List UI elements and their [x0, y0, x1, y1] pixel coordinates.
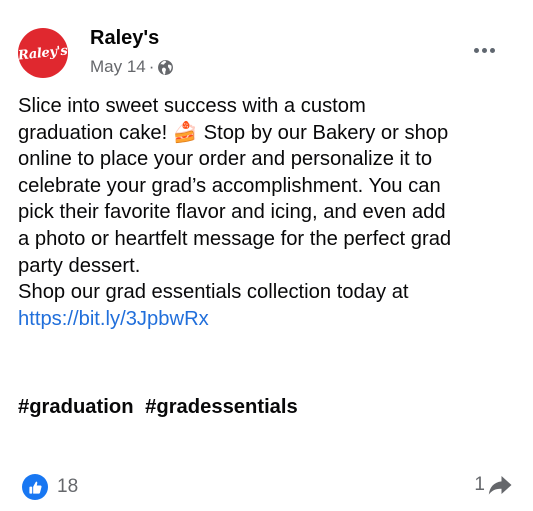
author-name[interactable]: Raley's [90, 27, 159, 50]
post-date[interactable]: May 14 [90, 57, 146, 77]
share-arrow-icon [488, 476, 512, 495]
facebook-post: Raley's Raley's May 14 · Slice into swee… [0, 0, 533, 511]
avatar[interactable]: Raley's [18, 28, 68, 78]
hashtag-graduation[interactable]: #graduation [18, 396, 134, 418]
globe-icon[interactable] [157, 59, 174, 76]
post-link[interactable]: https://bit.ly/3JpbwRx [18, 308, 209, 330]
message-line: celebrate your grad’s accomplishment. Yo… [18, 174, 441, 197]
share-summary[interactable]: 1 [474, 474, 513, 496]
message-line: graduation cake! 🍰 Stop by our Bakery or… [18, 121, 449, 144]
reactions-summary[interactable]: 18 [22, 474, 78, 500]
meta-separator: · [148, 57, 155, 76]
message-line: a photo or heartfelt message for the per… [18, 227, 452, 250]
menu-dot [481, 47, 487, 53]
message-line: Shop our grad essentials collection toda… [18, 281, 409, 304]
post-message: Slice into sweet success with a custom g… [18, 93, 518, 332]
thumbs-up-icon [22, 474, 48, 500]
hashtags: #graduation #gradessentials [18, 396, 304, 419]
more-options-icon[interactable] [466, 38, 502, 62]
hashtag-gradessentials[interactable]: #gradessentials [145, 396, 298, 418]
message-line: pick their favorite flavor and icing, an… [18, 201, 446, 224]
share-count: 1 [474, 474, 485, 495]
menu-dot [473, 47, 479, 53]
raleys-logo: Raley's [17, 42, 69, 64]
message-line: online to place your order and personali… [18, 148, 433, 171]
message-line: party dessert. [18, 254, 141, 277]
post-meta: May 14 · [90, 57, 174, 77]
reaction-count: 18 [57, 476, 79, 497]
message-line: Slice into sweet success with a custom [18, 95, 366, 117]
menu-dot [489, 47, 495, 53]
